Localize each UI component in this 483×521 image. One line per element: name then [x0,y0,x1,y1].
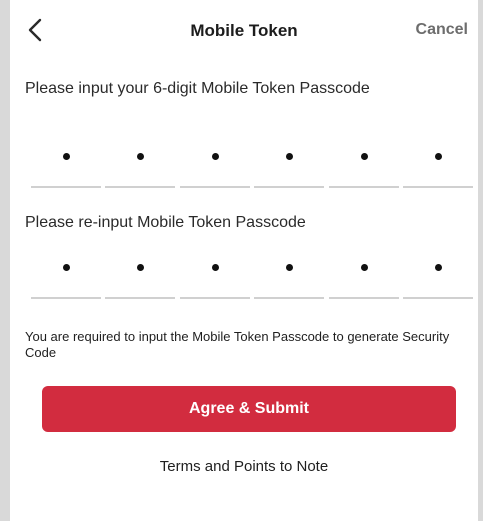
digit-underline [328,186,399,188]
digit-underline [105,297,176,299]
masked-digit-dot [211,264,219,271]
mobile-token-screen: Mobile Token Cancel Please input your 6-… [10,0,478,521]
passcode-digit-1[interactable] [31,138,101,188]
confirm-digit-6[interactable] [402,249,473,299]
digit-underline [254,297,325,299]
passcode-digit-5[interactable] [328,138,399,188]
masked-digit-dot [137,264,145,271]
masked-digit-dot [63,264,70,271]
confirm-digit-4[interactable] [254,249,325,299]
masked-digit-dot [137,153,145,160]
confirm-digit-1[interactable] [31,249,101,299]
digit-underline [31,186,101,188]
masked-digit-dot [360,153,368,160]
terms-link[interactable]: Terms and Points to Note [10,458,478,475]
confirm-digit-5[interactable] [328,249,399,299]
masked-digit-dot [360,264,368,271]
digit-underline [179,186,250,188]
digit-underline [105,186,176,188]
masked-digit-dot [211,153,219,160]
confirm-digit-3[interactable] [179,249,250,299]
passcode-digit-6[interactable] [402,138,473,188]
digit-underline [254,186,325,188]
masked-digit-dot [286,153,294,160]
confirm-digit-2[interactable] [105,249,176,299]
security-code-note: You are required to input the Mobile Tok… [25,329,450,360]
confirm-passcode-input[interactable] [31,249,473,299]
agree-submit-button[interactable]: Agree & Submit [42,386,456,432]
digit-underline [402,186,473,188]
masked-digit-dot [286,264,294,271]
passcode-digit-2[interactable] [105,138,176,188]
passcode-prompt: Please input your 6-digit Mobile Token P… [25,80,370,97]
masked-digit-dot [434,153,442,160]
passcode-input[interactable] [31,138,473,188]
confirm-passcode-prompt: Please re-input Mobile Token Passcode [25,214,306,231]
nav-header: Mobile Token Cancel [10,0,478,62]
cancel-button[interactable]: Cancel [416,21,468,39]
digit-underline [328,297,399,299]
passcode-digit-4[interactable] [254,138,325,188]
digit-underline [179,297,250,299]
digit-underline [402,297,473,299]
masked-digit-dot [434,264,442,271]
masked-digit-dot [63,153,70,160]
passcode-digit-3[interactable] [179,138,250,188]
page-title: Mobile Token [190,21,298,40]
digit-underline [31,297,101,299]
